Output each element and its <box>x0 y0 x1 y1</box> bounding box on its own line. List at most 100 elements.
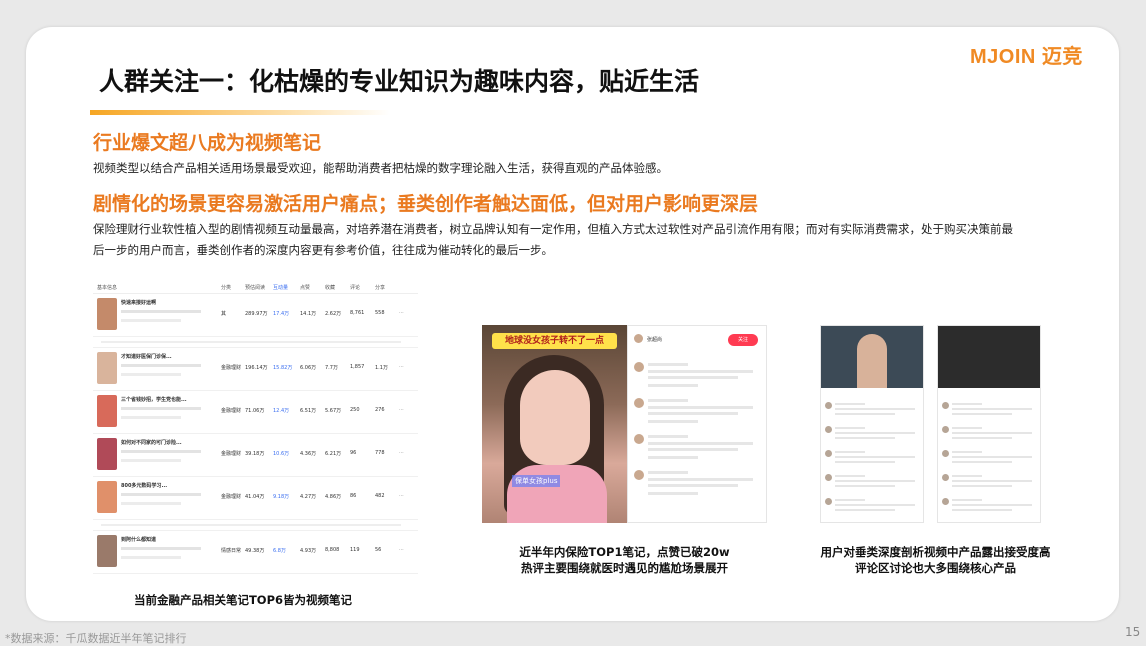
video-screenshot: 地球没女孩子转不了一点 保单女孩plus <box>482 325 627 523</box>
brand-logo: MJOIN 迈竞 <box>970 46 1083 68</box>
cell-inter: 12.4万 <box>273 408 290 414</box>
note-thumbnail <box>97 395 117 427</box>
comment-line <box>648 376 738 379</box>
cell-read: 196.14万 <box>245 365 268 371</box>
video-banner: 地球没女孩子转不了一点 <box>492 333 617 349</box>
note-meta <box>121 407 201 410</box>
note-meta <box>121 547 201 550</box>
comment-line <box>835 408 915 410</box>
comment-line <box>835 451 865 453</box>
comment-line <box>952 413 1012 415</box>
row-action[interactable]: ··· <box>399 364 404 370</box>
header-interact: 互动量 <box>273 285 289 291</box>
note-meta <box>121 450 201 453</box>
cell-cmt: 119 <box>350 547 360 553</box>
cell-fav: 6.21万 <box>325 451 342 457</box>
comment-line <box>835 480 915 482</box>
caption-video-line2: 热评主要围绕就医时遇见的尴尬场景展开 <box>521 561 728 575</box>
table-row[interactable]: 三个省钱妙招，学生党也能... 金融理财 71.06万 12.4万 6.51万 5.67… <box>93 391 418 434</box>
cell-inter: 17.4万 <box>273 311 290 317</box>
cell-cmt: 250 <box>350 407 360 413</box>
cell-inter: 15.82万 <box>273 365 293 371</box>
caption-vertical-line1: 用户对垂类深度剖析视频中产品露出接受度高 <box>820 545 1051 559</box>
cell-share: 778 <box>375 450 385 456</box>
cell-cat: 金融理财 <box>221 451 242 457</box>
note-meta <box>121 493 201 496</box>
cell-share: 558 <box>375 310 385 316</box>
cell-read: 41.04万 <box>245 494 265 500</box>
note-title: 快速来接好运啊 <box>121 300 157 306</box>
row-action[interactable]: ··· <box>399 450 404 456</box>
cell-cmt: 8,761 <box>350 310 365 316</box>
comment-line <box>952 456 1032 458</box>
vertical-screenshot-1 <box>820 325 924 523</box>
cell-cat: 其 <box>221 311 227 317</box>
comment-line <box>835 437 895 439</box>
cell-read: 39.18万 <box>245 451 265 457</box>
comment-line <box>835 509 895 511</box>
note-title: 800多元数码学习... <box>121 483 168 489</box>
follow-button[interactable]: 关注 <box>728 334 758 346</box>
note-meta <box>121 373 181 376</box>
header-fav: 收藏 <box>325 285 336 291</box>
title-underline <box>90 110 390 115</box>
commenter-avatar <box>825 498 832 505</box>
comment-line <box>952 461 1012 463</box>
cell-inter: 10.6万 <box>273 451 290 457</box>
cell-cat: 情感日常 <box>221 548 242 554</box>
note-thumbnail <box>97 438 117 470</box>
comment-line <box>648 442 753 445</box>
table-note-row <box>93 337 418 348</box>
comment-line <box>835 456 915 458</box>
comment-line <box>648 384 698 387</box>
cell-fav: 8,808 <box>325 547 340 553</box>
cell-share: 56 <box>375 547 382 553</box>
table-row[interactable]: 才知道好医保门诊保... 金融理财 196.14万 15.82万 6.06万 7.7万 1… <box>93 348 418 391</box>
comment-line <box>835 427 865 429</box>
section2-body-line2: 后一步的用户而言，垂类创作者的深度内容更有参考价值，往往成为催动转化的最后一步。 <box>93 243 553 257</box>
row-action[interactable]: ··· <box>399 407 404 413</box>
note-title: 如何对不同家的可门诊险... <box>121 440 182 446</box>
commenter-avatar <box>942 450 949 457</box>
commenter-avatar <box>634 362 644 372</box>
vertical-screenshot-2 <box>937 325 1041 523</box>
cell-cat: 金融理财 <box>221 365 242 371</box>
comment-line <box>952 408 1032 410</box>
note-meta <box>121 459 181 462</box>
commenter-avatar <box>942 402 949 409</box>
table-row[interactable]: 到阿什么都知道 情感日常 49.38万 6.8万 4.93万 8,808 119 56 ··· <box>93 531 418 574</box>
slide-title: 人群关注一：化枯燥的专业知识为趣味内容，贴近生活 <box>99 67 700 96</box>
section1-heading: 行业爆文超八成为视频笔记 <box>93 132 322 154</box>
comment-line <box>648 448 738 451</box>
cell-cat: 金融理财 <box>221 494 242 500</box>
cell-share: 1.1万 <box>375 365 388 371</box>
comment-line <box>952 427 982 429</box>
commenter-avatar <box>634 470 644 480</box>
comment-line <box>952 475 982 477</box>
table-row[interactable]: 快速来接好运啊 其 289.97万 17.4万 14.1万 2.62万 8,761 558 ·… <box>93 294 418 337</box>
header-basic: 基本信息 <box>97 285 118 291</box>
row-action[interactable]: ··· <box>399 547 404 553</box>
cell-fav: 2.62万 <box>325 311 342 317</box>
row-action[interactable]: ··· <box>399 310 404 316</box>
table-row[interactable]: 如何对不同家的可门诊险... 金融理财 39.18万 10.6万 4.36万 6.21万… <box>93 434 418 477</box>
cell-fav: 4.86万 <box>325 494 342 500</box>
comment-screenshot: 张超尚 关注 <box>627 325 767 523</box>
commenter-avatar <box>825 426 832 433</box>
row-action[interactable]: ··· <box>399 493 404 499</box>
header-share: 分享 <box>375 285 386 291</box>
comment-line <box>648 399 688 402</box>
commenter-avatar <box>634 434 644 444</box>
note-meta <box>121 310 201 313</box>
comment-line <box>952 509 1012 511</box>
vertical-video-2 <box>938 326 1040 388</box>
table-row[interactable]: 800多元数码学习... 金融理财 41.04万 9.18万 4.27万 4.86万 86… <box>93 477 418 520</box>
cell-cmt: 96 <box>350 450 357 456</box>
comment-line <box>835 461 895 463</box>
comment-line <box>648 471 688 474</box>
comment-line <box>648 370 753 373</box>
comment-line <box>952 504 1032 506</box>
cell-like: 4.36万 <box>300 451 317 457</box>
comment-line <box>952 480 1032 482</box>
cell-like: 14.1万 <box>300 311 317 317</box>
